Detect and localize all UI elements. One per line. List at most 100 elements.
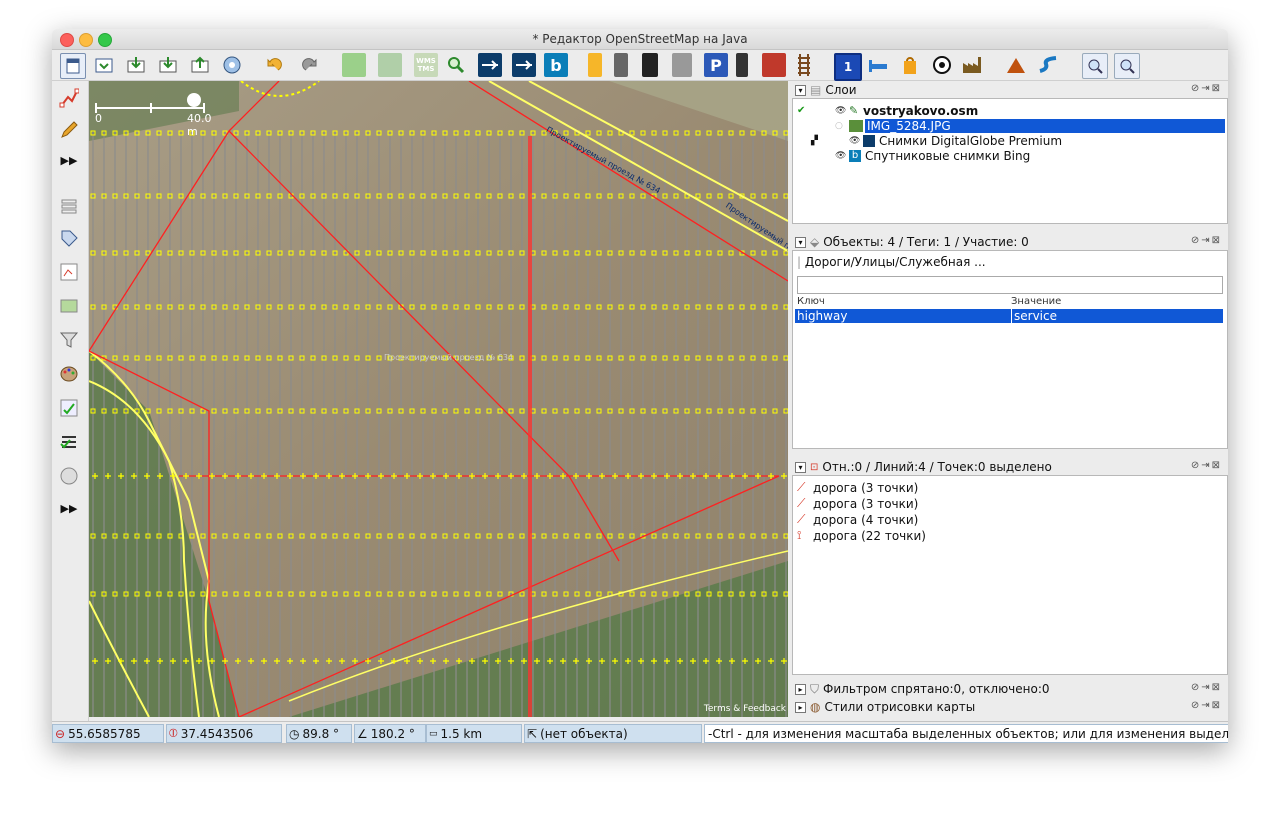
way-icon: ⟋ bbox=[797, 480, 806, 494]
rail-icon[interactable] bbox=[792, 53, 816, 77]
object-value: (нет объекта) bbox=[540, 726, 628, 741]
way-icon-1[interactable] bbox=[478, 53, 502, 77]
move-handle-icon[interactable]: ▞ bbox=[797, 136, 849, 146]
shop-icon[interactable] bbox=[898, 53, 922, 77]
filter-icon: ⛉ bbox=[810, 681, 820, 696]
image-layer-icon bbox=[849, 119, 863, 132]
number-plate-icon[interactable]: 1 bbox=[834, 53, 862, 81]
way-icon-2[interactable] bbox=[512, 53, 536, 77]
imagery-panel-icon[interactable] bbox=[58, 295, 80, 317]
visible-eye-icon[interactable]: 👁 bbox=[849, 136, 863, 146]
latitude-icon: ⊖ bbox=[55, 726, 66, 741]
visible-eye-icon[interactable]: 👁 bbox=[835, 106, 849, 116]
panel-controls-icon[interactable]: ⊘⇥⊠ bbox=[1191, 235, 1222, 246]
scale-handle[interactable] bbox=[187, 93, 201, 107]
layer-row-image[interactable]: ○ IMG_5284.JPG bbox=[797, 118, 1225, 133]
download-overpass-icon[interactable] bbox=[156, 53, 180, 77]
redo-icon[interactable] bbox=[298, 53, 322, 77]
imagery-layer-icon bbox=[863, 134, 875, 147]
panel-controls-icon[interactable]: ⊘⇥⊠ bbox=[1191, 682, 1222, 693]
list-item[interactable]: ⟋ дорога (3 точки) bbox=[797, 480, 918, 495]
hidden-eye-icon[interactable]: ○ bbox=[835, 121, 849, 131]
list-item-label: дорога (22 точки) bbox=[813, 528, 926, 543]
collapse-icon[interactable]: ▾ bbox=[795, 84, 806, 96]
filter-icon[interactable] bbox=[58, 329, 80, 351]
window-title: * Редактор OpenStreetMap на Java bbox=[532, 32, 748, 46]
selection-list: ⟋ дорога (3 точки) ⟋ дорога (3 точки) ⟋ дор… bbox=[792, 475, 1228, 675]
zoom-to-selection-icon[interactable] bbox=[378, 53, 402, 77]
black-road-icon[interactable] bbox=[642, 53, 658, 77]
zoom-to-data-icon[interactable] bbox=[342, 53, 366, 77]
panel-controls-icon[interactable]: ⊘⇥⊠ bbox=[1191, 460, 1222, 471]
more-tools-icon[interactable]: ▶▶ bbox=[58, 149, 80, 171]
panel-controls-icon[interactable]: ⊘⇥⊠ bbox=[1191, 83, 1222, 94]
latitude-field: ⊖ 55.6585785 bbox=[52, 724, 164, 743]
list-item[interactable]: ⟋ дорога (4 точки) bbox=[797, 512, 918, 527]
preset-label: Дороги/Улицы/Служебная ... bbox=[804, 255, 986, 269]
tags-panel-icon[interactable] bbox=[58, 227, 80, 249]
preset-link[interactable]: | Дороги/Улицы/Служебная ... bbox=[797, 255, 986, 269]
distance-value: 1.5 km bbox=[440, 726, 483, 741]
tag-search-input[interactable] bbox=[797, 276, 1223, 294]
zoom-icon[interactable] bbox=[444, 53, 468, 77]
parking-icon[interactable]: P bbox=[704, 53, 728, 77]
undo-icon[interactable] bbox=[262, 53, 286, 77]
status-bar: ⊖ 55.6585785 ⦶ 37.4543506 ◷ 89.8 ° ∠ 180.2 °… bbox=[52, 721, 1228, 743]
layer-name: vostryakovo.osm bbox=[863, 103, 979, 118]
layer-row-digitalglobe[interactable]: ▞ 👁 Снимки DigitalGlobe Premium bbox=[797, 133, 1225, 148]
factory-icon[interactable] bbox=[960, 53, 984, 77]
layers-panel-header: ▾ ▤ Слои ⊘⇥⊠ bbox=[792, 82, 1226, 98]
bing-icon[interactable]: b bbox=[544, 53, 568, 77]
football-icon[interactable] bbox=[930, 53, 954, 77]
zoom-in-icon[interactable] bbox=[1082, 53, 1108, 79]
list-item[interactable]: ⟟ дорога (22 точки) bbox=[797, 528, 926, 543]
tags-panel: | Дороги/Улицы/Служебная ... Ключ Значен… bbox=[792, 250, 1228, 449]
osm-layer-icon: ✎ bbox=[849, 104, 859, 117]
visible-eye-icon[interactable]: 👁 bbox=[835, 151, 849, 161]
layers-panel-icon[interactable] bbox=[58, 195, 80, 217]
expand-icon[interactable]: ▸ bbox=[795, 701, 806, 713]
layer-row-bing[interactable]: 👁 b Спутниковые снимки Bing bbox=[797, 148, 1225, 163]
map-view[interactable]: 0 40.0 m Проектируемый проезд № 634 Прое… bbox=[89, 81, 788, 717]
todo-list-icon[interactable] bbox=[58, 431, 80, 453]
layer-name: Снимки DigitalGlobe Premium bbox=[879, 133, 1063, 148]
preferences-icon[interactable] bbox=[220, 53, 244, 77]
map-attribution[interactable]: Terms & Feedback bbox=[704, 704, 786, 714]
traffic-light-icon[interactable] bbox=[736, 53, 748, 77]
collapse-icon[interactable]: ▾ bbox=[795, 461, 806, 473]
table-row[interactable]: highway service bbox=[795, 309, 1223, 323]
value-column-header: Значение bbox=[1011, 296, 1062, 307]
river-icon[interactable] bbox=[1036, 53, 1060, 77]
layer-name: Спутниковые снимки Bing bbox=[865, 148, 1031, 163]
expand-icon[interactable]: ▸ bbox=[795, 683, 806, 695]
map-paint-styles-icon[interactable] bbox=[58, 363, 80, 385]
layer-row-osm[interactable]: ✔ 👁 ✎ vostryakovo.osm bbox=[797, 103, 1225, 118]
map-canvas[interactable] bbox=[89, 81, 788, 717]
bed-icon[interactable] bbox=[866, 53, 890, 77]
zoom-out-icon[interactable] bbox=[1114, 53, 1140, 79]
grey-area-icon[interactable] bbox=[672, 53, 692, 77]
wikipedia-icon[interactable] bbox=[58, 465, 80, 487]
grey-road-icon[interactable] bbox=[614, 53, 628, 77]
panel-controls-icon[interactable]: ⊘⇥⊠ bbox=[1191, 700, 1222, 711]
open-file-icon[interactable] bbox=[92, 53, 116, 77]
selection-list-icon[interactable] bbox=[58, 261, 80, 283]
draw-nodes-icon[interactable] bbox=[58, 87, 80, 109]
list-item-label: дорога (3 точки) bbox=[813, 496, 919, 511]
wall-icon[interactable] bbox=[762, 53, 786, 77]
list-item[interactable]: ⟋ дорога (3 точки) bbox=[797, 496, 918, 511]
wms-icon[interactable]: WMS TMS bbox=[414, 53, 438, 77]
pencil-icon[interactable] bbox=[58, 119, 80, 141]
layers-title: Слои bbox=[825, 83, 857, 97]
download-icon[interactable] bbox=[124, 53, 148, 77]
tag-key: highway bbox=[795, 309, 1012, 323]
new-file-icon[interactable] bbox=[60, 53, 86, 79]
filter-panel-header[interactable]: ▸ ⛉ Фильтром спрятано:0, отключено:0 ⊘⇥⊠ bbox=[792, 681, 1226, 697]
upload-icon[interactable] bbox=[188, 53, 212, 77]
validation-icon[interactable] bbox=[58, 397, 80, 419]
collapse-icon[interactable]: ▾ bbox=[795, 236, 806, 248]
yellow-road-icon[interactable] bbox=[588, 53, 602, 77]
peak-icon[interactable] bbox=[1004, 53, 1028, 77]
styles-panel-header[interactable]: ▸ ◍ Стили отрисовки карты ⊘⇥⊠ bbox=[792, 699, 1226, 715]
more-panels-icon[interactable]: ▶▶ bbox=[58, 497, 80, 519]
